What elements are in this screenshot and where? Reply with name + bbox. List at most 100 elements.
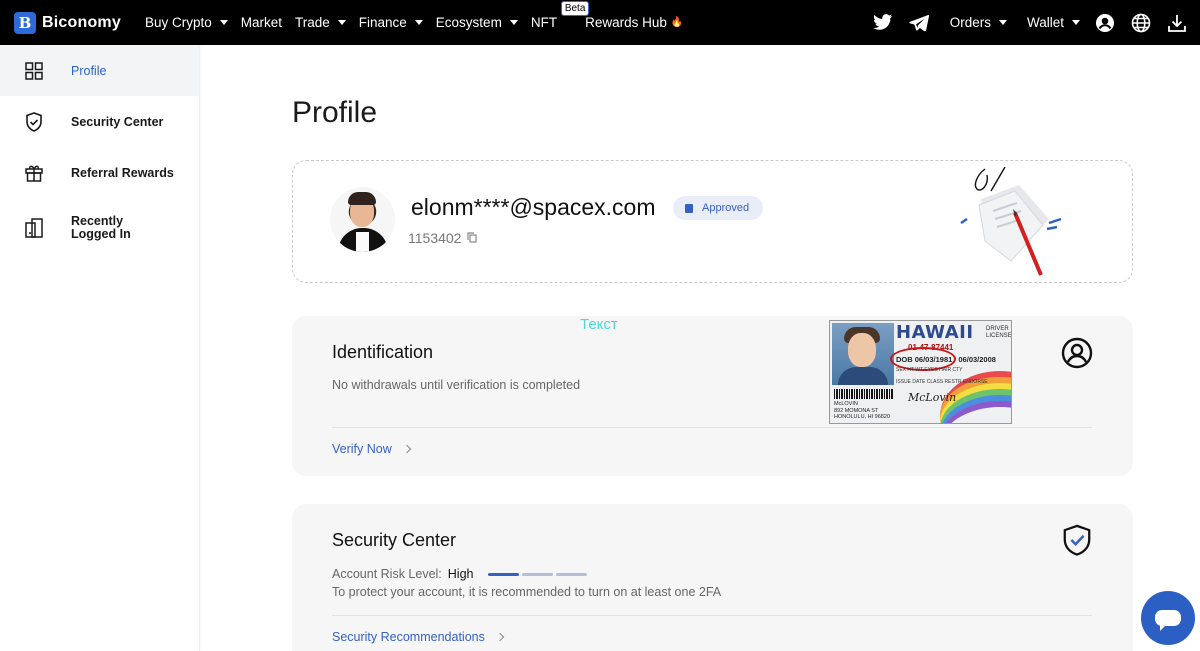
license-sub-label: DRIVER LICENSE <box>986 326 1012 339</box>
nav-label: Wallet <box>1026 15 1064 30</box>
license-photo <box>832 323 894 385</box>
sidebar-item-label: Recently Logged In <box>71 214 131 241</box>
nav-label: Market <box>240 15 282 30</box>
twitter-icon[interactable] <box>866 6 900 40</box>
shield-check-icon <box>1063 524 1091 556</box>
license-row-fields: SEX HT WT EYES HAIR CTY <box>896 367 963 373</box>
logo-text: Biconomy <box>42 13 121 31</box>
license-photo-face <box>848 333 876 367</box>
license-exp: 06/03/2008 <box>958 355 996 364</box>
divider <box>332 615 1092 616</box>
identification-title: Identification <box>332 342 434 362</box>
nav-nft[interactable]: NFT Beta <box>530 1 590 30</box>
sidebar-item-profile[interactable]: Profile <box>0 45 199 96</box>
nav-label: NFT <box>530 15 558 30</box>
globe-icon[interactable] <box>1124 6 1158 40</box>
top-navigation: B Biconomy Buy Crypto Market Trade Finan… <box>0 0 1200 45</box>
license-signature: McLovin <box>908 391 957 404</box>
chat-support-button[interactable] <box>1141 591 1195 645</box>
risk-bar-filled <box>487 572 519 576</box>
nav-right-group: Orders Wallet <box>864 6 1200 40</box>
risk-bar-empty <box>521 572 553 576</box>
security-recommendations-link[interactable]: Security Recommendations <box>332 630 505 644</box>
nav-trade[interactable]: Trade <box>295 15 346 30</box>
license-barcode <box>834 389 894 399</box>
nav-label: Buy Crypto <box>144 15 212 30</box>
identification-subtitle: No withdrawals until verification is com… <box>332 378 581 392</box>
bookmark-icon <box>685 203 693 213</box>
risk-level-bars <box>487 572 590 576</box>
nav-rewards-hub[interactable]: Rewards Hub 🔥 <box>585 15 683 30</box>
divider <box>332 427 1092 428</box>
caret-down-icon <box>1072 20 1080 25</box>
overlay-text: Текст <box>580 316 618 333</box>
security-recommendations-label: Security Recommendations <box>332 630 485 644</box>
device-icon <box>24 218 44 238</box>
sidebar-item-recently-logged-in[interactable]: Recently Logged In <box>0 198 199 258</box>
nav-wallet[interactable]: Wallet <box>1027 15 1080 30</box>
document-signing-illustration-icon <box>960 167 1062 276</box>
risk-value: High <box>447 567 474 581</box>
nav-market[interactable]: Market <box>241 15 282 30</box>
status-badge: Approved <box>673 196 764 220</box>
sidebar-item-label: Profile <box>71 63 107 78</box>
sidebar-item-security-center[interactable]: Security Center <box>0 96 199 147</box>
nav-buy-crypto[interactable]: Buy Crypto <box>145 15 228 30</box>
avatar-shirt <box>356 232 369 252</box>
license-address-line2: HONOLULU, HI 96820 <box>834 414 890 420</box>
user-id: 1153402 <box>408 230 478 246</box>
avatar-hair <box>348 192 376 205</box>
nav-finance[interactable]: Finance <box>359 15 423 30</box>
profile-card: elonm****@spacex.com 1153402 Approved <box>292 160 1133 283</box>
user-icon[interactable] <box>1088 6 1122 40</box>
logo-badge-icon: B <box>14 11 36 34</box>
sidebar-item-referral-rewards[interactable]: Referral Rewards <box>0 147 199 198</box>
license-state: HAWAII <box>896 322 974 343</box>
security-note: To protect your account, it is recommend… <box>332 585 722 599</box>
identification-card: Текст Identification No withdrawals unti… <box>292 316 1133 476</box>
chevron-right-icon <box>402 444 411 454</box>
security-center-card: Security Center Account Risk Level: High… <box>292 504 1133 651</box>
chat-bubble-icon <box>1155 610 1181 631</box>
user-email: elonm****@spacex.com <box>411 194 656 220</box>
nav-label: Finance <box>358 15 407 30</box>
caret-down-icon <box>414 20 423 25</box>
security-center-title: Security Center <box>332 530 457 550</box>
nav-label: Ecosystem <box>435 15 502 30</box>
status-badge-label: Approved <box>702 202 750 214</box>
caret-down-icon <box>998 20 1007 25</box>
caret-down-icon <box>337 20 346 25</box>
nav-label: Trade <box>295 15 330 30</box>
license-photo-shirt <box>838 367 888 385</box>
flame-icon: 🔥 <box>670 17 684 28</box>
license-row-issue: ISSUE DATE CLASS RESTR ENDORSE <box>896 379 988 385</box>
sidebar-item-label: Referral Rewards <box>71 165 174 180</box>
beta-badge: Beta <box>560 1 590 16</box>
shield-icon <box>24 111 44 132</box>
nav-orders[interactable]: Orders <box>950 15 1007 30</box>
user-id-value: 1153402 <box>408 230 462 246</box>
page-title: Profile <box>292 96 378 129</box>
risk-level: Account Risk Level: High <box>332 567 590 581</box>
telegram-icon[interactable] <box>902 6 936 40</box>
risk-label: Account Risk Level: <box>332 567 442 581</box>
verify-now-link[interactable]: Verify Now <box>332 442 411 456</box>
license-address: McLOVIN 892 MOMONA ST HONOLULU, HI 96820 <box>834 401 890 421</box>
nav-label: Rewards Hub <box>585 15 667 30</box>
avatar <box>330 187 395 252</box>
caret-down-icon <box>509 20 518 25</box>
driver-license-image: HAWAII DRIVER LICENSE 01-47-87441 DOB 06… <box>829 320 1012 424</box>
gift-icon <box>24 163 44 183</box>
copy-icon[interactable] <box>467 230 478 246</box>
chevron-right-icon <box>495 632 505 642</box>
download-icon[interactable] <box>1160 6 1194 40</box>
nav-ecosystem[interactable]: Ecosystem <box>436 15 518 30</box>
sidebar: Profile Security Center Referral Rewards… <box>0 45 200 651</box>
nav-label: Orders <box>949 15 991 30</box>
caret-down-icon <box>219 20 228 25</box>
biconomy-logo[interactable]: B Biconomy <box>14 11 121 34</box>
verify-now-label: Verify Now <box>332 442 392 456</box>
user-circle-icon <box>1061 337 1093 369</box>
dashboard-icon <box>24 61 44 81</box>
risk-bar-empty <box>555 572 587 576</box>
